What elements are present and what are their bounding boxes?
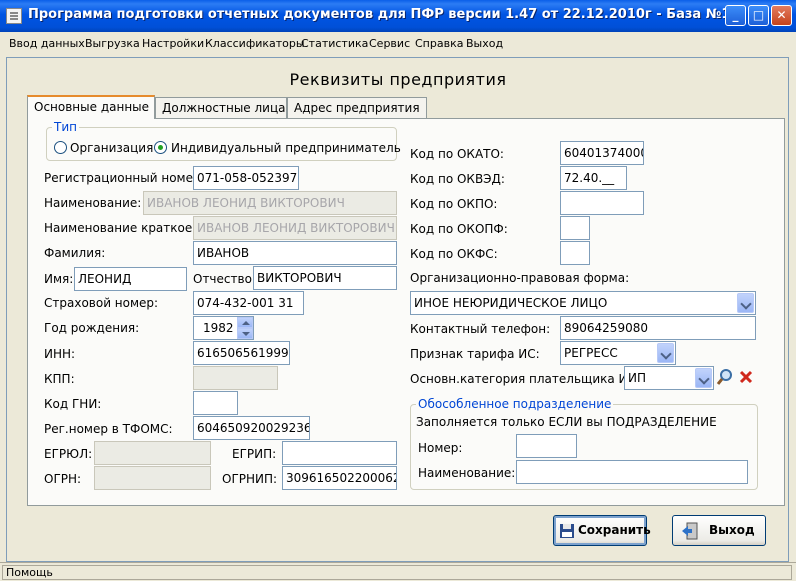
- exit-door-icon: [682, 522, 698, 540]
- insurance-number-label: Страховой номер:: [44, 296, 159, 310]
- name-short-field[interactable]: ИВАНОВ ЛЕОНИД ВИКТОРОВИЧ: [193, 216, 397, 240]
- menu-statistics[interactable]: Статистика: [301, 37, 368, 50]
- save-button-label: Сохранить: [578, 523, 651, 537]
- reg-number-field[interactable]: 071-058-052397: [193, 166, 299, 190]
- exit-button[interactable]: Выход: [672, 515, 766, 546]
- chevron-down-icon[interactable]: [657, 343, 674, 363]
- maximize-button[interactable]: □: [748, 5, 769, 26]
- tariff-label: Признак тарифа ИС:: [410, 347, 540, 361]
- close-button[interactable]: ✕: [771, 5, 792, 26]
- gni-code-label: Код ГНИ:: [44, 397, 102, 411]
- name-label: Наименование:: [44, 196, 142, 210]
- legal-form-value: ИНОЕ НЕЮРИДИЧЕСКОЕ ЛИЦО: [414, 296, 608, 310]
- phone-field[interactable]: 89064259080: [560, 316, 756, 340]
- egrul-field[interactable]: [94, 441, 211, 465]
- tab-address[interactable]: Адрес предприятия: [287, 97, 427, 119]
- app-icon: [6, 8, 22, 24]
- subdivision-number-label: Номер:: [418, 441, 463, 455]
- radio-individual[interactable]: [154, 141, 167, 154]
- application-window: Программа подготовки отчетных документов…: [0, 0, 796, 581]
- birth-year-label: Год рождения:: [44, 321, 140, 335]
- okopf-field[interactable]: [560, 216, 590, 240]
- payer-category-select[interactable]: ИП: [624, 366, 714, 390]
- title-bar[interactable]: Программа подготовки отчетных документов…: [0, 0, 796, 32]
- menu-help[interactable]: Справка: [415, 37, 463, 50]
- radio-organization-label: Организация: [70, 141, 154, 155]
- okved-label: Код по ОКВЭД:: [410, 172, 505, 186]
- okato-field[interactable]: 60401374000: [560, 141, 644, 165]
- delete-icon[interactable]: [738, 369, 754, 385]
- egrul-label: ЕГРЮЛ:: [44, 447, 93, 461]
- minimize-button[interactable]: _: [725, 5, 746, 26]
- save-button[interactable]: Сохранить: [553, 515, 651, 546]
- tfoms-label: Рег.номер в ТФОМС:: [44, 422, 173, 436]
- legal-form-select[interactable]: ИНОЕ НЕЮРИДИЧЕСКОЕ ЛИЦО: [410, 291, 756, 315]
- egrip-field[interactable]: [282, 441, 397, 465]
- tab-officials[interactable]: Должностные лица: [155, 97, 287, 119]
- okved-field[interactable]: 72.40.__: [560, 166, 627, 190]
- menu-input-data[interactable]: Ввод данных: [9, 37, 85, 50]
- subdivision-name-label: Наименование:: [418, 466, 516, 480]
- kpp-field[interactable]: [193, 366, 278, 390]
- okfs-field[interactable]: [560, 241, 590, 265]
- status-text: Помощь: [2, 565, 792, 580]
- tariff-select[interactable]: РЕГРЕСС: [560, 341, 676, 365]
- inn-field[interactable]: 616506561999: [193, 341, 290, 365]
- tab-main-data[interactable]: Основные данные: [27, 95, 155, 119]
- year-down-button[interactable]: [237, 328, 253, 339]
- tariff-value: РЕГРЕСС: [564, 346, 618, 360]
- okato-label: Код по ОКАТО:: [410, 147, 504, 161]
- name-short-label: Наименование краткое:: [44, 221, 197, 235]
- first-name-field[interactable]: ЛЕОНИД: [74, 267, 187, 291]
- menu-classifiers[interactable]: Классификаторы: [205, 37, 305, 50]
- name-field[interactable]: ИВАНОВ ЛЕОНИД ВИКТОРОВИЧ: [143, 191, 397, 215]
- legal-form-label: Организационно-правовая форма:: [410, 271, 630, 285]
- ogrn-field[interactable]: [94, 466, 211, 490]
- payer-category-label: Основн.категория плательщика ИС:: [410, 372, 640, 386]
- menu-export[interactable]: Выгрузка: [85, 37, 140, 50]
- okfs-label: Код по ОКФС:: [410, 247, 498, 261]
- patronymic-field[interactable]: ВИКТОРОВИЧ: [253, 266, 397, 290]
- phone-label: Контактный телефон:: [410, 322, 551, 336]
- menu-bar: Ввод данных Выгрузка Настройки Классифик…: [0, 32, 796, 54]
- okopf-label: Код по ОКОПФ:: [410, 222, 508, 236]
- patronymic-label: Отчество:: [193, 272, 256, 286]
- gni-code-field[interactable]: [193, 391, 238, 415]
- tfoms-field[interactable]: 604650920029236: [193, 416, 310, 440]
- reg-number-label: Регистрационный номер:: [44, 171, 205, 185]
- save-icon: [560, 524, 574, 538]
- menu-settings[interactable]: Настройки: [142, 37, 204, 50]
- subdivision-note: Заполняется только ЕСЛИ вы ПОДРАЗДЕЛЕНИЕ: [416, 415, 717, 429]
- menu-service[interactable]: Сервис: [369, 37, 410, 50]
- payer-category-value: ИП: [628, 371, 646, 385]
- egrip-label: ЕГРИП:: [232, 447, 277, 461]
- type-group-legend: Тип: [52, 120, 79, 134]
- inn-label: ИНН:: [44, 347, 76, 361]
- subdivision-legend: Обособленное подразделение: [416, 397, 614, 411]
- page-title: Реквизиты предприятия: [289, 70, 507, 89]
- status-bar: Помощь: [0, 562, 796, 581]
- chevron-down-icon[interactable]: [695, 368, 712, 388]
- exit-button-label: Выход: [709, 523, 755, 537]
- search-icon[interactable]: [716, 368, 734, 386]
- ogrnip-field[interactable]: 309616502200062: [282, 466, 397, 490]
- okpo-label: Код по ОКПО:: [410, 197, 498, 211]
- surname-field[interactable]: ИВАНОВ: [193, 241, 397, 265]
- year-up-button[interactable]: [237, 317, 253, 328]
- chevron-down-icon[interactable]: [737, 293, 754, 313]
- menu-exit[interactable]: Выход: [466, 37, 503, 50]
- surname-label: Фамилия:: [44, 246, 106, 260]
- ogrnip-label: ОГРНИП:: [222, 472, 278, 486]
- subdivision-name-field[interactable]: [516, 460, 748, 484]
- radio-organization[interactable]: [54, 141, 67, 154]
- insurance-number-field[interactable]: 074-432-001 31: [193, 291, 304, 315]
- window-title: Программа подготовки отчетных документов…: [28, 7, 731, 22]
- radio-individual-label: Индивидуальный предприниматель: [171, 141, 401, 155]
- okpo-field[interactable]: [560, 191, 644, 215]
- subdivision-number-field[interactable]: [516, 434, 577, 458]
- first-name-label: Имя:: [44, 272, 74, 286]
- kpp-label: КПП:: [44, 372, 75, 386]
- ogrn-label: ОГРН:: [44, 472, 82, 486]
